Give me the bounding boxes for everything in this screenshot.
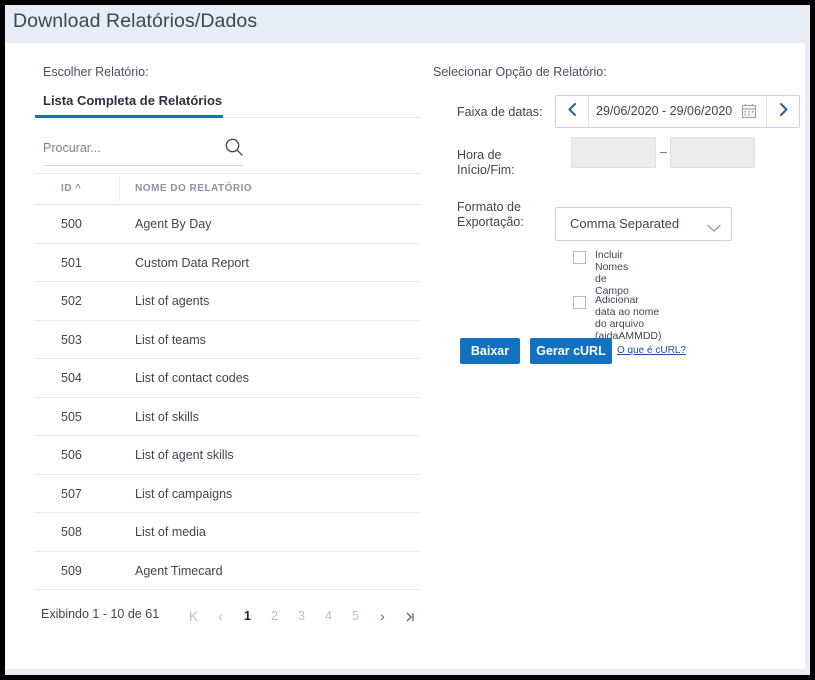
table-row[interactable]: 502 List of agents xyxy=(35,282,420,321)
time-end-input[interactable] xyxy=(670,137,755,168)
cell-report-name: List of teams xyxy=(135,332,206,347)
table-row[interactable]: 504 List of contact codes xyxy=(35,359,420,398)
pagination-page-1[interactable]: 1 xyxy=(234,601,261,631)
table-body: 500 Agent By Day 501 Custom Data Report 502 L… xyxy=(35,205,420,590)
pagination-info: Exibindo 1 - 10 de 61 xyxy=(41,607,160,621)
pagination-page-5[interactable]: 5 xyxy=(342,601,369,631)
pagination-last-button[interactable] xyxy=(396,601,423,631)
table-row[interactable]: 503 List of teams xyxy=(35,321,420,359)
cell-report-name: List of campaigns xyxy=(135,486,233,501)
cell-report-name: List of media xyxy=(135,525,206,539)
cell-report-id: 501 xyxy=(61,255,82,270)
search-field xyxy=(43,137,243,166)
page-title: Download Relatórios/Dados xyxy=(13,10,258,32)
append-date-checkbox[interactable] xyxy=(573,296,586,309)
time-separator: – xyxy=(660,145,667,159)
titlebar: Download Relatórios/Dados xyxy=(5,5,805,43)
cell-report-id: 502 xyxy=(61,294,82,308)
cell-report-name: List of skills xyxy=(135,409,199,424)
table-row[interactable]: 507 List of campaigns xyxy=(35,475,420,513)
cell-report-id: 505 xyxy=(61,409,82,424)
pagination-page-2[interactable]: 2 xyxy=(261,601,288,631)
sort-ascending-icon: ^ xyxy=(75,183,82,194)
column-header-name[interactable]: NOME DO RELATÓRIO xyxy=(135,183,252,194)
report-options-panel: Selecionar Opção de Relatório: Faixa de … xyxy=(425,43,805,669)
reports-table: ID ^ NOME DO RELATÓRIO 500 Agent By Day 501… xyxy=(35,173,420,590)
column-header-id[interactable]: ID ^ xyxy=(61,183,81,194)
table-row[interactable]: 500 Agent By Day xyxy=(35,205,420,244)
cell-report-name: List of contact codes xyxy=(135,371,249,385)
pagination-next-button[interactable]: › xyxy=(369,601,396,631)
cell-report-name: Custom Data Report xyxy=(135,255,249,270)
header-divider xyxy=(119,177,120,201)
select-option-label: Selecionar Opção de Relatório: xyxy=(433,65,607,79)
pagination-prev-button[interactable]: ‹ xyxy=(207,601,234,631)
pagination-page-4[interactable]: 4 xyxy=(315,601,342,631)
window-inner: Download Relatórios/Dados Escolher Relat… xyxy=(5,5,805,669)
export-format-label: Formato de Exportação: xyxy=(457,200,524,229)
cell-report-name: List of agent skills xyxy=(135,448,234,462)
what-is-curl-link[interactable]: O que é cURL? xyxy=(617,345,686,356)
search-icon[interactable] xyxy=(223,136,245,158)
content-area: Escolher Relatório: Lista Completa de Re… xyxy=(5,43,805,669)
export-format-value: Comma Separated xyxy=(570,216,680,231)
cell-report-id: 503 xyxy=(61,332,82,347)
chevron-down-icon xyxy=(707,220,721,232)
tab-lista-completa[interactable]: Lista Completa de Relatórios xyxy=(43,93,222,108)
time-start-input[interactable] xyxy=(571,137,656,168)
include-field-names-label: Incluir Nomes de Campo xyxy=(595,249,629,297)
cell-report-name: Agent By Day xyxy=(135,217,212,231)
window-frame: Download Relatórios/Dados Escolher Relat… xyxy=(0,0,815,680)
pagination-controls: K ‹ 12345 › xyxy=(180,601,423,631)
table-header-row: ID ^ NOME DO RELATÓRIO xyxy=(35,173,420,205)
include-field-names-checkbox[interactable] xyxy=(573,251,586,264)
cell-report-id: 506 xyxy=(61,448,82,462)
export-format-select[interactable]: Comma Separated xyxy=(555,207,732,241)
cell-report-id: 504 xyxy=(61,371,82,385)
table-row[interactable]: 505 List of skills xyxy=(35,398,420,436)
pagination-first-button[interactable]: K xyxy=(180,601,207,631)
pagination-pages: 12345 xyxy=(234,601,369,631)
column-header-id-label: ID xyxy=(61,183,72,194)
search-input[interactable] xyxy=(43,137,213,159)
date-range-label: Faixa de datas: xyxy=(457,105,543,119)
report-list-panel: Escolher Relatório: Lista Completa de Re… xyxy=(5,43,425,669)
table-row[interactable]: 506 List of agent skills xyxy=(35,436,420,475)
cell-report-id: 509 xyxy=(61,563,82,578)
chevron-left-icon[interactable] xyxy=(556,96,589,127)
append-date-label: Adicionar data ao nome do arquivo (aidaA… xyxy=(595,294,662,342)
report-tabs: Lista Completa de Relatórios xyxy=(35,93,420,121)
calendar-icon[interactable] xyxy=(741,103,757,119)
cell-report-id: 508 xyxy=(61,525,82,539)
date-range-value[interactable]: 29/06/2020 - 29/06/2020 xyxy=(596,104,732,118)
generate-curl-button[interactable]: Gerar cURL xyxy=(530,338,612,364)
cell-report-name: Agent Timecard xyxy=(135,563,223,578)
pagination: Exibindo 1 - 10 de 61 K ‹ 12345 › xyxy=(35,601,420,631)
choose-report-label: Escolher Relatório: xyxy=(43,65,149,79)
pagination-page-3[interactable]: 3 xyxy=(288,601,315,631)
cell-report-id: 507 xyxy=(61,486,82,501)
tab-active-indicator xyxy=(35,115,223,118)
chevron-right-icon[interactable] xyxy=(766,96,799,127)
table-row[interactable]: 508 List of media xyxy=(35,513,420,552)
date-range-control: 29/06/2020 - 29/06/2020 xyxy=(555,95,800,128)
cell-report-id: 500 xyxy=(61,217,82,231)
cell-report-name: List of agents xyxy=(135,294,210,308)
table-row[interactable]: 509 Agent Timecard xyxy=(35,552,420,590)
time-range-label: Hora de Início/Fim: xyxy=(457,148,515,177)
download-button[interactable]: Baixar xyxy=(460,338,520,364)
table-row[interactable]: 501 Custom Data Report xyxy=(35,244,420,282)
